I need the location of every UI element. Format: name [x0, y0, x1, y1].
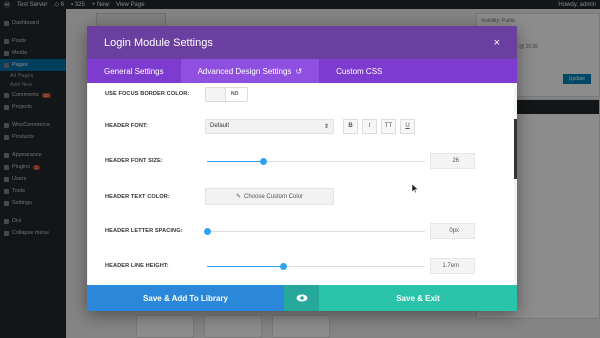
slider-fill — [207, 266, 284, 267]
header-text-color-row: HEADER TEXT COLOR: ✎ Choose Custom Color — [105, 188, 477, 205]
header-font-size-input[interactable]: 26 — [430, 153, 475, 169]
choose-color-label: Choose Custom Color — [244, 193, 304, 200]
header-font-select[interactable]: Default ⇕ — [205, 118, 334, 134]
underline-button[interactable]: U — [400, 118, 415, 134]
header-line-height-label: HEADER LINE HEIGHT: — [105, 263, 169, 269]
tab-general-settings[interactable]: General Settings — [87, 59, 181, 83]
modal-title: Login Module Settings — [104, 36, 213, 49]
header-letter-spacing-row: HEADER LETTER SPACING: 0px — [105, 223, 477, 239]
modal-header: Login Module Settings × — [87, 26, 517, 59]
focus-border-label: USE FOCUS BORDER COLOR: — [105, 91, 190, 97]
mouse-cursor-icon — [412, 184, 418, 193]
slider-handle[interactable] — [279, 263, 287, 270]
eye-icon — [296, 294, 307, 302]
header-letter-spacing-input[interactable]: 0px — [430, 223, 475, 239]
scrollbar-thumb[interactable] — [514, 119, 517, 179]
header-font-size-row: HEADER FONT SIZE: 26 — [105, 153, 477, 169]
header-line-height-input[interactable]: 1.7em — [430, 258, 475, 274]
close-icon[interactable]: × — [494, 37, 500, 49]
header-letter-spacing-label: HEADER LETTER SPACING: — [105, 228, 183, 234]
slider-handle[interactable] — [260, 158, 268, 165]
tab-label: Advanced Design Settings — [197, 66, 292, 76]
preview-button[interactable] — [284, 285, 319, 311]
header-text-color-label: HEADER TEXT COLOR: — [105, 193, 170, 200]
modal-tabs: General Settings Advanced Design Setting… — [87, 59, 517, 83]
toggle-value: NO — [231, 91, 239, 97]
header-font-size-label: HEADER FONT SIZE: — [105, 158, 163, 164]
save-add-to-library-button[interactable]: Save & Add To Library — [87, 285, 284, 311]
select-arrows-icon: ⇕ — [323, 123, 329, 130]
header-letter-spacing-slider[interactable] — [203, 228, 425, 235]
save-exit-button[interactable]: Save & Exit — [319, 285, 517, 311]
header-font-size-slider[interactable] — [207, 158, 425, 165]
slider-handle[interactable] — [203, 228, 211, 235]
uppercase-button[interactable]: TT — [381, 118, 396, 134]
header-font-row: HEADER FONT: Default ⇕ B I TT U — [105, 118, 477, 134]
focus-border-row: USE FOCUS BORDER COLOR: NO — [105, 86, 477, 102]
tab-advanced-design-settings[interactable]: Advanced Design Settings ↺ — [180, 59, 320, 83]
tab-custom-css[interactable]: Custom CSS — [319, 59, 399, 83]
focus-border-toggle[interactable]: NO — [205, 86, 248, 102]
modal-body: USE FOCUS BORDER COLOR: NO HEADER FONT: … — [87, 83, 517, 285]
header-line-height-row: HEADER LINE HEIGHT: 1.7em — [105, 258, 477, 274]
italic-button[interactable]: I — [362, 118, 377, 134]
slider-fill — [207, 161, 264, 162]
header-line-height-slider[interactable] — [207, 263, 425, 270]
toggle-knob — [205, 86, 226, 102]
bold-button[interactable]: B — [343, 118, 358, 134]
login-module-settings-modal: Login Module Settings × General Settings… — [87, 26, 517, 311]
modal-scrollbar[interactable] — [514, 83, 517, 285]
tab-label: Custom CSS — [336, 66, 383, 76]
modal-footer: Save & Add To Library Save & Exit — [87, 285, 517, 311]
reset-icon[interactable]: ↺ — [295, 67, 302, 76]
choose-color-button[interactable]: ✎ Choose Custom Color — [205, 188, 334, 205]
pencil-icon: ✎ — [235, 194, 241, 200]
tab-label: General Settings — [104, 66, 164, 76]
header-font-value: Default — [210, 123, 230, 129]
header-font-label: HEADER FONT: — [105, 123, 148, 129]
